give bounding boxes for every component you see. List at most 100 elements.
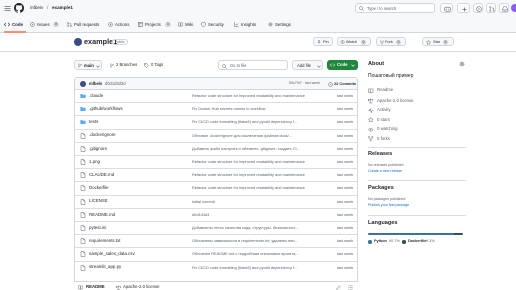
file-row[interactable]: CLAUDE.md Refactor code structure for imp…: [74, 168, 358, 181]
file-row[interactable]: tests Fix CI/CD code formatting (flake8) …: [74, 115, 358, 128]
commit-meta[interactable]: 59c7f47 · last week: [289, 82, 320, 86]
book-icon: [178, 22, 183, 27]
file-name[interactable]: .dockerignore: [89, 132, 116, 137]
fork-icon: [368, 136, 374, 142]
repo-name-link[interactable]: example1: [52, 5, 73, 11]
file-name[interactable]: tests: [89, 119, 98, 124]
file-commit-message[interactable]: Initial commit: [192, 199, 215, 204]
about-link[interactable]: 0 forks: [368, 136, 458, 143]
about-link[interactable]: 0 stars: [368, 117, 458, 124]
hamburger-menu-icon[interactable]: [4, 5, 11, 12]
tab-selected-indicator: [4, 31, 26, 33]
file-row[interactable]: sample_sales_data.csv Обновлен README.md …: [74, 247, 358, 260]
file-row[interactable]: 1.png Refactor code structure for improve…: [74, 155, 358, 168]
search-input[interactable]: Type / to search: [355, 3, 435, 13]
file-commit-message[interactable]: Refactor code structure for improved rea…: [192, 160, 305, 164]
tab-wiki[interactable]: Wiki: [178, 19, 198, 31]
commit-message[interactable]: d0d1d3d3d: [105, 81, 126, 86]
tab-insights[interactable]: Insights: [234, 19, 264, 31]
file-name[interactable]: .gitignore: [89, 146, 107, 151]
packages-heading[interactable]: Packages: [368, 185, 394, 192]
file-row[interactable]: .github/workflows Fix Docker Hub secrets …: [74, 102, 358, 115]
about-link[interactable]: Activity: [368, 107, 458, 114]
file-name[interactable]: 1.png: [89, 159, 100, 164]
about-link[interactable]: Apache-2.0 license: [368, 98, 458, 105]
file-row[interactable]: README.md d0d1d3d3 last week: [74, 208, 358, 221]
file-commit-message[interactable]: Refactor code structure for improved rea…: [192, 94, 305, 98]
file-name[interactable]: README.md: [89, 212, 115, 217]
fork-button[interactable]: Fork 0: [376, 37, 406, 46]
github-logo-icon[interactable]: [14, 3, 24, 13]
branch-selector[interactable]: main: [74, 60, 102, 70]
file-commit-message[interactable]: d0d1d3d3: [192, 212, 209, 217]
file-commit-message[interactable]: Fix Docker Hub secrets names in workflow: [192, 107, 266, 111]
list-unordered-icon[interactable]: [348, 285, 353, 290]
pull-requests-shortcut-button[interactable]: [486, 3, 496, 13]
file-commit-message[interactable]: Refactor code structure for improved rea…: [192, 173, 305, 177]
file-row[interactable]: LICENSE Initial commit last week: [74, 195, 358, 208]
file-commit-message[interactable]: Обновлены зависимости в requirements.txt…: [192, 239, 298, 243]
tab-pull-requests[interactable]: Pull requests: [67, 19, 107, 31]
fork-label: Fork: [385, 39, 393, 45]
file-commit-message[interactable]: Добавлены тесты качества кода, структуры…: [192, 226, 298, 230]
file-commit-message[interactable]: Fix CI/CD code formatting (flake8) and p…: [192, 120, 297, 124]
tab-projects[interactable]: Projects 1: [138, 19, 174, 31]
file-name[interactable]: sample_sales_data.csv: [89, 251, 135, 256]
copilot-button[interactable]: [440, 3, 453, 13]
packages-empty: No packages published: [368, 197, 406, 201]
file-name[interactable]: pytest.ini: [89, 225, 106, 230]
tab-security[interactable]: Security: [201, 19, 231, 31]
tab-settings[interactable]: Settings: [268, 19, 300, 31]
file-row[interactable]: pytest.ini Добавлены тесты качества кода,…: [74, 221, 358, 234]
code-button[interactable]: Code: [327, 60, 358, 70]
file-commit-message[interactable]: Добавить файл настроек и обновить .gitig…: [192, 146, 300, 151]
search-icon: [359, 6, 364, 12]
language-item[interactable]: Python 90.7%: [368, 239, 402, 245]
star-button[interactable]: Star 0: [422, 37, 454, 46]
pin-button[interactable]: Pin: [313, 37, 333, 46]
file-commit-message[interactable]: Refactor code structure for improved rea…: [192, 186, 305, 190]
commits-link[interactable]: 22 Commits: [334, 82, 356, 86]
readme-tab[interactable]: README: [86, 284, 105, 289]
language-item[interactable]: Dockerfile 9.3%: [402, 239, 436, 245]
tab-issues[interactable]: Issues 0: [30, 19, 64, 31]
gear-icon[interactable]: [459, 61, 465, 67]
tags-link[interactable]: 0 Tags: [144, 61, 168, 69]
file-row[interactable]: streamlit_app.py Fix CI/CD code formattin…: [74, 261, 358, 274]
file-name[interactable]: .claude: [89, 93, 103, 98]
releases-heading[interactable]: Releases: [368, 151, 392, 158]
about-link[interactable]: Readme: [368, 87, 458, 94]
file-row[interactable]: .claude Refactor code structure for impro…: [74, 89, 358, 102]
file-commit-message[interactable]: Обновил .dockerignore для исключения фай…: [192, 133, 293, 138]
branches-link[interactable]: 2 Branches: [110, 61, 144, 69]
issues-shortcut-button[interactable]: [473, 3, 483, 13]
file-name[interactable]: .github/workflows: [89, 106, 123, 111]
file-name[interactable]: streamlit_app.py: [89, 264, 121, 269]
add-file-button[interactable]: Add file: [292, 60, 323, 70]
file-name[interactable]: LICENSE: [89, 198, 108, 203]
file-commit-message[interactable]: Обновлен README.md с подробным описанием…: [192, 252, 300, 256]
license-tab[interactable]: Apache-2.0 license: [123, 284, 160, 289]
file-name[interactable]: requirements.txt: [89, 238, 120, 243]
watch-button[interactable]: Watch 0: [337, 37, 371, 46]
publish-package-link[interactable]: Publish your first package: [368, 203, 409, 208]
about-link[interactable]: 0 watching: [368, 126, 458, 133]
file-name[interactable]: CLAUDE.md: [89, 172, 114, 177]
file-row[interactable]: .gitignore Добавить файл настроек и обнов…: [74, 142, 358, 155]
repo-owner-link[interactable]: mlbeiv: [30, 5, 43, 11]
file-commit-message[interactable]: Fix CI/CD code formatting (flake8) and p…: [192, 265, 297, 270]
file-row[interactable]: .dockerignore Обновил .dockerignore для и…: [74, 129, 358, 142]
tab-code[interactable]: Code: [4, 19, 28, 33]
create-release-link[interactable]: Create a new release: [368, 169, 402, 174]
file-row[interactable]: Dockerfile Refactor code structure for im…: [74, 181, 358, 194]
commit-author[interactable]: mlbeiv: [89, 81, 102, 86]
tab-actions[interactable]: Actions: [108, 19, 134, 31]
go-to-file-input[interactable]: Go to file: [218, 60, 288, 70]
pencil-icon[interactable]: [336, 284, 341, 290]
file-name[interactable]: Dockerfile: [89, 185, 109, 190]
avatar[interactable]: [511, 4, 516, 12]
file-row[interactable]: requirements.txt Обновлены зависимости в …: [74, 234, 358, 247]
inbox-button[interactable]: [499, 3, 509, 13]
create-new-button[interactable]: [457, 3, 470, 13]
folder-icon: [80, 107, 86, 112]
